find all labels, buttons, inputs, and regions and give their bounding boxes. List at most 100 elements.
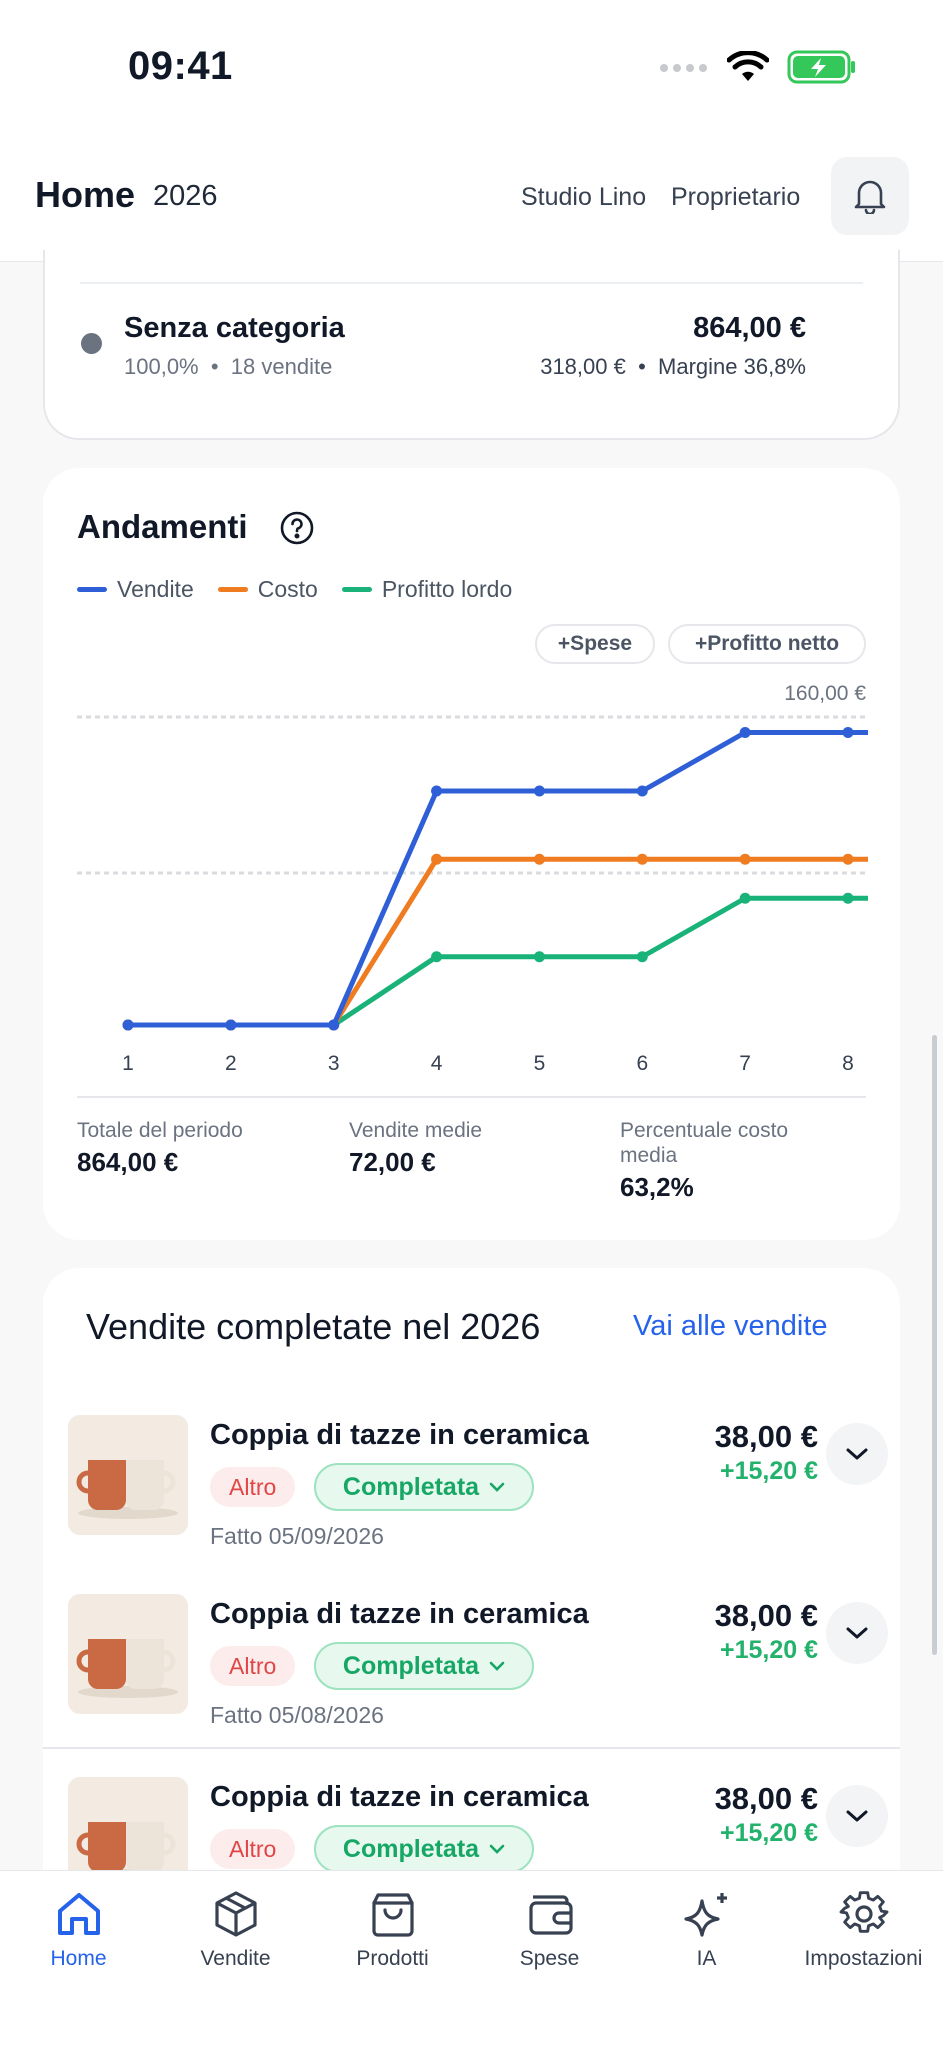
tab-label: Impostazioni bbox=[804, 1947, 923, 1970]
tab-label: Home bbox=[50, 1947, 107, 1970]
category-share: 100,0% bbox=[124, 354, 199, 379]
stat-label: Vendite medie bbox=[349, 1119, 483, 1142]
status-dropdown[interactable]: Completata bbox=[314, 1463, 534, 1511]
trends-title: Andamenti bbox=[77, 508, 248, 545]
status-dropdown[interactable]: Completata bbox=[314, 1642, 534, 1690]
year-selector[interactable]: 2026 bbox=[153, 180, 218, 213]
studio-name[interactable]: Studio Lino bbox=[521, 183, 646, 212]
tab-label: IA bbox=[696, 1947, 717, 1970]
chevron-down-icon bbox=[489, 1482, 505, 1492]
chevron-down-icon bbox=[846, 1810, 868, 1822]
status-label: Completata bbox=[342, 1651, 480, 1680]
tab-spese[interactable]: Spese bbox=[471, 1889, 628, 1971]
data-point bbox=[739, 727, 751, 738]
notifications-button[interactable] bbox=[831, 157, 909, 235]
sale-product-name: Coppia di tazze in ceramica bbox=[210, 1598, 589, 1630]
tab-ia[interactable]: IA bbox=[628, 1889, 785, 1971]
product-thumbnail bbox=[68, 1415, 188, 1535]
divider bbox=[77, 1096, 866, 1098]
bell-icon bbox=[854, 180, 886, 214]
status-icons bbox=[659, 50, 857, 84]
status-label: Completata bbox=[342, 1834, 480, 1863]
tab-label: Prodotti bbox=[356, 1947, 429, 1970]
legend-item-vendite[interactable]: Vendite bbox=[77, 576, 194, 603]
legend-item-profitto-lordo[interactable]: Profitto lordo bbox=[341, 576, 513, 603]
sale-profit: +15,20 € bbox=[719, 1636, 818, 1664]
x-tick-label: 2 bbox=[225, 1052, 237, 1075]
tab-impostazioni[interactable]: Impostazioni bbox=[785, 1889, 942, 1971]
expand-button[interactable] bbox=[826, 1785, 888, 1847]
sale-date: Fatto 05/08/2026 bbox=[210, 1702, 384, 1728]
sales-section-title: Vendite completate nel 2026 bbox=[86, 1306, 541, 1347]
category-color-dot bbox=[81, 333, 102, 354]
series-line bbox=[128, 730, 868, 1028]
x-tick-label: 6 bbox=[636, 1052, 648, 1075]
status-dropdown[interactable]: Completata bbox=[314, 1825, 534, 1873]
series-line bbox=[128, 895, 868, 1028]
legend-label: Vendite bbox=[117, 576, 194, 602]
legend-item-costo[interactable]: Costo bbox=[217, 576, 318, 603]
sale-profit: +15,20 € bbox=[719, 1819, 818, 1847]
data-point bbox=[842, 892, 854, 904]
signal-icon bbox=[660, 64, 707, 72]
user-role[interactable]: Proprietario bbox=[671, 183, 800, 212]
help-icon[interactable] bbox=[279, 510, 315, 546]
data-point bbox=[739, 892, 751, 904]
sale-price: 38,00 € bbox=[714, 1419, 818, 1454]
stat-value: 63,2% bbox=[620, 1172, 694, 1202]
sale-price: 38,00 € bbox=[714, 1781, 818, 1816]
battery-icon bbox=[787, 50, 855, 84]
chart-max-label: 160,00 € bbox=[784, 682, 866, 705]
separator-dot: • bbox=[204, 354, 231, 379]
sparkles-icon bbox=[683, 1893, 727, 1937]
data-point bbox=[636, 785, 648, 797]
data-point bbox=[122, 1019, 134, 1031]
x-tick-label: 1 bbox=[122, 1052, 134, 1075]
stat-label: Percentuale costo media bbox=[620, 1119, 789, 1167]
chevron-down-icon bbox=[489, 1844, 505, 1854]
bottom-tab-bar: Home Vendite Prodotti Spese IA Impostazi… bbox=[0, 1870, 943, 2049]
expand-button[interactable] bbox=[826, 1423, 888, 1485]
category-margin: Margine 36,8% bbox=[658, 354, 806, 379]
wifi-icon bbox=[727, 51, 769, 81]
sale-price: 38,00 € bbox=[714, 1598, 818, 1633]
x-tick-label: 7 bbox=[739, 1052, 751, 1075]
data-point bbox=[225, 1019, 237, 1031]
stat-average-sales: Vendite medie 72,00 € bbox=[349, 1118, 599, 1178]
data-point bbox=[533, 853, 545, 865]
stat-value: 72,00 € bbox=[349, 1147, 436, 1177]
add-expenses-chip[interactable]: +Spese bbox=[535, 624, 655, 664]
divider bbox=[80, 282, 863, 284]
scrollbar[interactable] bbox=[932, 1035, 937, 1655]
chart-legend: Vendite Costo Profitto lordo bbox=[77, 576, 512, 603]
tab-home[interactable]: Home bbox=[0, 1889, 157, 1971]
x-tick-label: 3 bbox=[328, 1052, 340, 1075]
sale-product-name: Coppia di tazze in ceramica bbox=[210, 1419, 589, 1451]
x-tick-label: 5 bbox=[534, 1052, 546, 1075]
data-point bbox=[533, 951, 545, 963]
x-tick-label: 8 bbox=[842, 1052, 854, 1075]
add-net-profit-chip[interactable]: +Profitto netto bbox=[668, 624, 866, 664]
chevron-down-icon bbox=[489, 1661, 505, 1671]
stat-value: 864,00 € bbox=[77, 1147, 179, 1177]
x-tick-label: 4 bbox=[431, 1052, 443, 1075]
tab-vendite[interactable]: Vendite bbox=[157, 1889, 314, 1971]
separator-dot: • bbox=[631, 354, 659, 379]
chevron-down-icon bbox=[846, 1627, 868, 1639]
data-point bbox=[842, 727, 854, 738]
gear-icon bbox=[839, 1891, 888, 1933]
data-point bbox=[739, 853, 751, 865]
category-tag: Altro bbox=[210, 1646, 296, 1686]
expand-button[interactable] bbox=[826, 1602, 888, 1664]
category-tag: Altro bbox=[210, 1829, 296, 1869]
category-tag: Altro bbox=[210, 1467, 296, 1507]
legend-label: Profitto lordo bbox=[381, 576, 513, 602]
chevron-down-icon bbox=[846, 1448, 868, 1460]
tab-prodotti[interactable]: Prodotti bbox=[314, 1889, 471, 1971]
divider bbox=[43, 1747, 900, 1749]
go-to-sales-link[interactable]: Vai alle vendite bbox=[633, 1310, 828, 1343]
status-bar: 09:41 bbox=[0, 0, 943, 140]
category-breakdown-card: Senza categoria 100,0% • 18 vendite 864,… bbox=[43, 250, 900, 440]
sale-row[interactable]: Coppia di tazze in ceramica Altro Comple… bbox=[43, 1580, 900, 1750]
sale-row[interactable]: Coppia di tazze in ceramica Altro Comple… bbox=[43, 1401, 900, 1571]
